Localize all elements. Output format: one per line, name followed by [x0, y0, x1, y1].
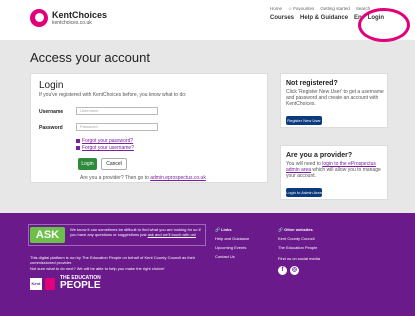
utility-home-link[interactable]: Home [270, 6, 282, 12]
password-label: Password [39, 125, 63, 131]
username-input[interactable]: Username [76, 107, 158, 115]
login-intro: If you've registered with KentChoices be… [39, 92, 187, 98]
social-links: f ◎ [278, 266, 299, 275]
login-admin-area-button[interactable]: Login to Admin Area [286, 188, 322, 197]
password-input[interactable]: Password [76, 123, 158, 131]
kent-horse-icon [45, 277, 55, 290]
login-heading: Login [39, 80, 64, 91]
links-heading: 🔗 Links [215, 227, 232, 232]
ask-badge[interactable]: ASK [30, 227, 65, 243]
lock-icon [76, 145, 80, 150]
kentchoices-logo[interactable]: KentChoices kentchoices.co.uk [30, 9, 107, 27]
login-highlight-circle [358, 8, 410, 42]
login-card: Login If you've registered with KentChoi… [30, 73, 268, 183]
platform-line: This digital platform is run by The Educ… [30, 255, 196, 265]
ask-link[interactable]: ask and we'll touch with us! [148, 232, 196, 237]
forgot-username-link[interactable]: Forgot your username? [76, 145, 134, 151]
register-new-user-button[interactable]: Register New User [286, 116, 322, 125]
nav-help-guidance[interactable]: Help & Guidance [300, 15, 348, 21]
page-title: Access your account [30, 50, 150, 65]
kent-badge: Kent [30, 277, 42, 290]
provider-card: Are you a provider? You will need to log… [280, 145, 388, 200]
login-button[interactable]: Login [78, 158, 97, 170]
nav-courses[interactable]: Courses [270, 15, 294, 21]
provider-admin-link[interactable]: admin.eprospectus.co.uk [150, 175, 206, 181]
footer-link-help[interactable]: Help and Guidance [215, 234, 249, 243]
register-text: Click 'Register New User' to get a usern… [286, 89, 384, 107]
footer-link-kcc[interactable]: Kent County Council [278, 234, 317, 243]
provider-text: You will need to login to the eProspectu… [286, 161, 381, 179]
instagram-icon[interactable]: ◎ [290, 266, 299, 275]
provider-question: Are you a provider? Then go to admin.epr… [80, 175, 206, 181]
footer-other-websites: 🔗 Other websites Kent County Council The… [278, 225, 317, 252]
logo-name: KentChoices [52, 9, 108, 20]
utility-nav: Home ☆ Favourites Getting started Search [270, 6, 370, 12]
facebook-icon[interactable]: f [278, 266, 287, 275]
forgot-password-link[interactable]: Forgot your password? [76, 138, 133, 144]
unsure-line: Not sure what to do next? We will be abl… [30, 266, 165, 271]
footer-link-events[interactable]: Upcoming Events [215, 243, 249, 252]
logo-url: kentchoices.co.uk [52, 19, 92, 26]
cancel-button[interactable]: Cancel [101, 158, 127, 170]
ask-text: We know it can sometimes be difficult to… [70, 227, 201, 237]
footer-link-tep[interactable]: The Education People [278, 243, 317, 252]
footer-link-contact[interactable]: Contact Us [215, 252, 249, 261]
site-footer: ASK We know it can sometimes be difficul… [0, 213, 415, 316]
register-card: Not registered? Click 'Register New User… [280, 73, 388, 128]
social-heading: Find us on social media [278, 256, 321, 261]
username-label: Username [39, 109, 64, 115]
utility-getting-started-link[interactable]: Getting started [320, 6, 350, 12]
register-heading: Not registered? [286, 80, 338, 87]
site-header: KentChoices kentchoices.co.uk Home ☆ Fav… [0, 0, 415, 42]
tep-line2: PEOPLE [60, 280, 101, 291]
education-people-logo[interactable]: Kent THE EDUCATION PEOPLE [30, 276, 101, 291]
footer-links: 🔗 Links Help and Guidance Upcoming Event… [215, 225, 249, 261]
provider-heading: Are you a provider? [286, 152, 353, 159]
utility-favourites-link[interactable]: ☆ Favourites [288, 6, 314, 12]
other-heading: 🔗 Other websites [278, 227, 313, 232]
lock-icon [76, 138, 80, 143]
logo-icon [30, 9, 48, 27]
